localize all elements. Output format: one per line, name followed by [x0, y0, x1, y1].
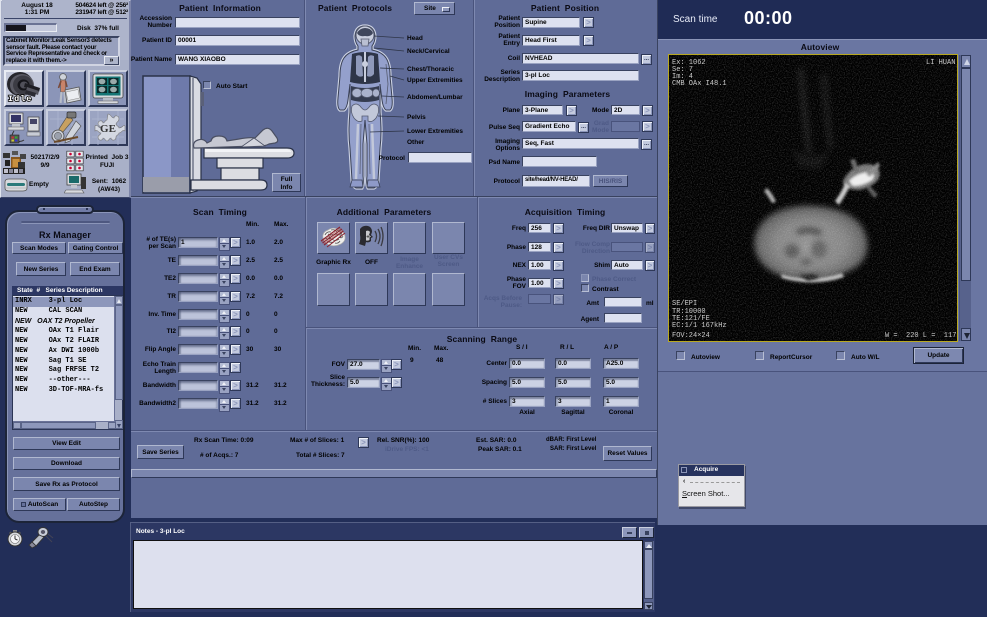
svg-text:LI HUAN: LI HUAN [926, 59, 955, 67]
svg-text:CMB OAx I48.1: CMB OAx I48.1 [672, 80, 727, 88]
svg-text:FOV:24×24: FOV:24×24 [672, 332, 710, 340]
svg-text:Idle: Idle [8, 94, 32, 104]
svg-text:W = 220 L = 117: W = 220 L = 117 [885, 332, 956, 340]
svg-text:SE/EPI: SE/EPI [672, 300, 697, 308]
svg-text:EC:1/1 167kHz: EC:1/1 167kHz [672, 322, 727, 330]
svg-text:GE: GE [100, 123, 116, 135]
